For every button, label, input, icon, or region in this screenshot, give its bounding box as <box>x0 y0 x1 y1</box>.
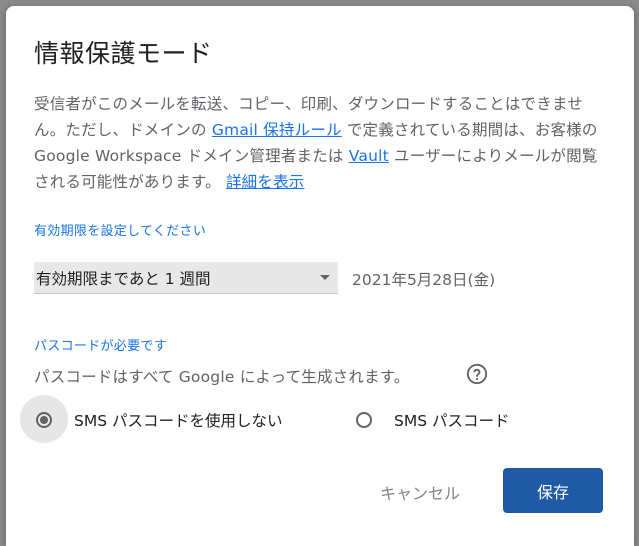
radio-button-selected[interactable] <box>36 412 52 428</box>
expiry-date: 2021年5月28日(金) <box>352 271 496 289</box>
gmail-retention-link[interactable]: Gmail 保持ルール <box>212 121 342 139</box>
expiry-select[interactable]: 有効期限まであと 1 週間 <box>34 262 338 294</box>
passcode-description: パスコードはすべて Google によって生成されます。 <box>34 368 410 386</box>
radio-label-sms: SMS パスコード <box>394 412 510 430</box>
learn-more-link[interactable]: 詳細を表示 <box>226 173 305 191</box>
radio-dot <box>40 416 48 424</box>
radio-option-sms[interactable]: SMS パスコード <box>356 400 509 440</box>
help-circle-icon[interactable] <box>466 363 488 385</box>
radio-button[interactable] <box>356 412 372 428</box>
expiry-select-value: 有効期限まであと 1 週間 <box>36 269 211 288</box>
radio-label-no-sms: SMS パスコードを使用しない <box>74 412 283 430</box>
cancel-button[interactable]: キャンセル <box>370 474 470 510</box>
dialog-title: 情報保護モード <box>34 39 213 68</box>
chevron-down-icon <box>320 275 330 280</box>
passcode-section-label: パスコードが必要です <box>34 339 168 354</box>
expiry-section-label: 有効期限を設定してください <box>34 224 207 239</box>
confidential-mode-dialog: 情報保護モード 受信者がこのメールを転送、コピー、印刷、ダウンロードすることはで… <box>6 6 634 546</box>
dialog-description: 受信者がこのメールを転送、コピー、印刷、ダウンロードすることはできません。ただし… <box>34 91 608 195</box>
vault-link[interactable]: Vault <box>349 147 389 165</box>
save-button[interactable]: 保存 <box>503 468 603 513</box>
radio-option-no-sms[interactable]: SMS パスコードを使用しない <box>36 400 282 440</box>
